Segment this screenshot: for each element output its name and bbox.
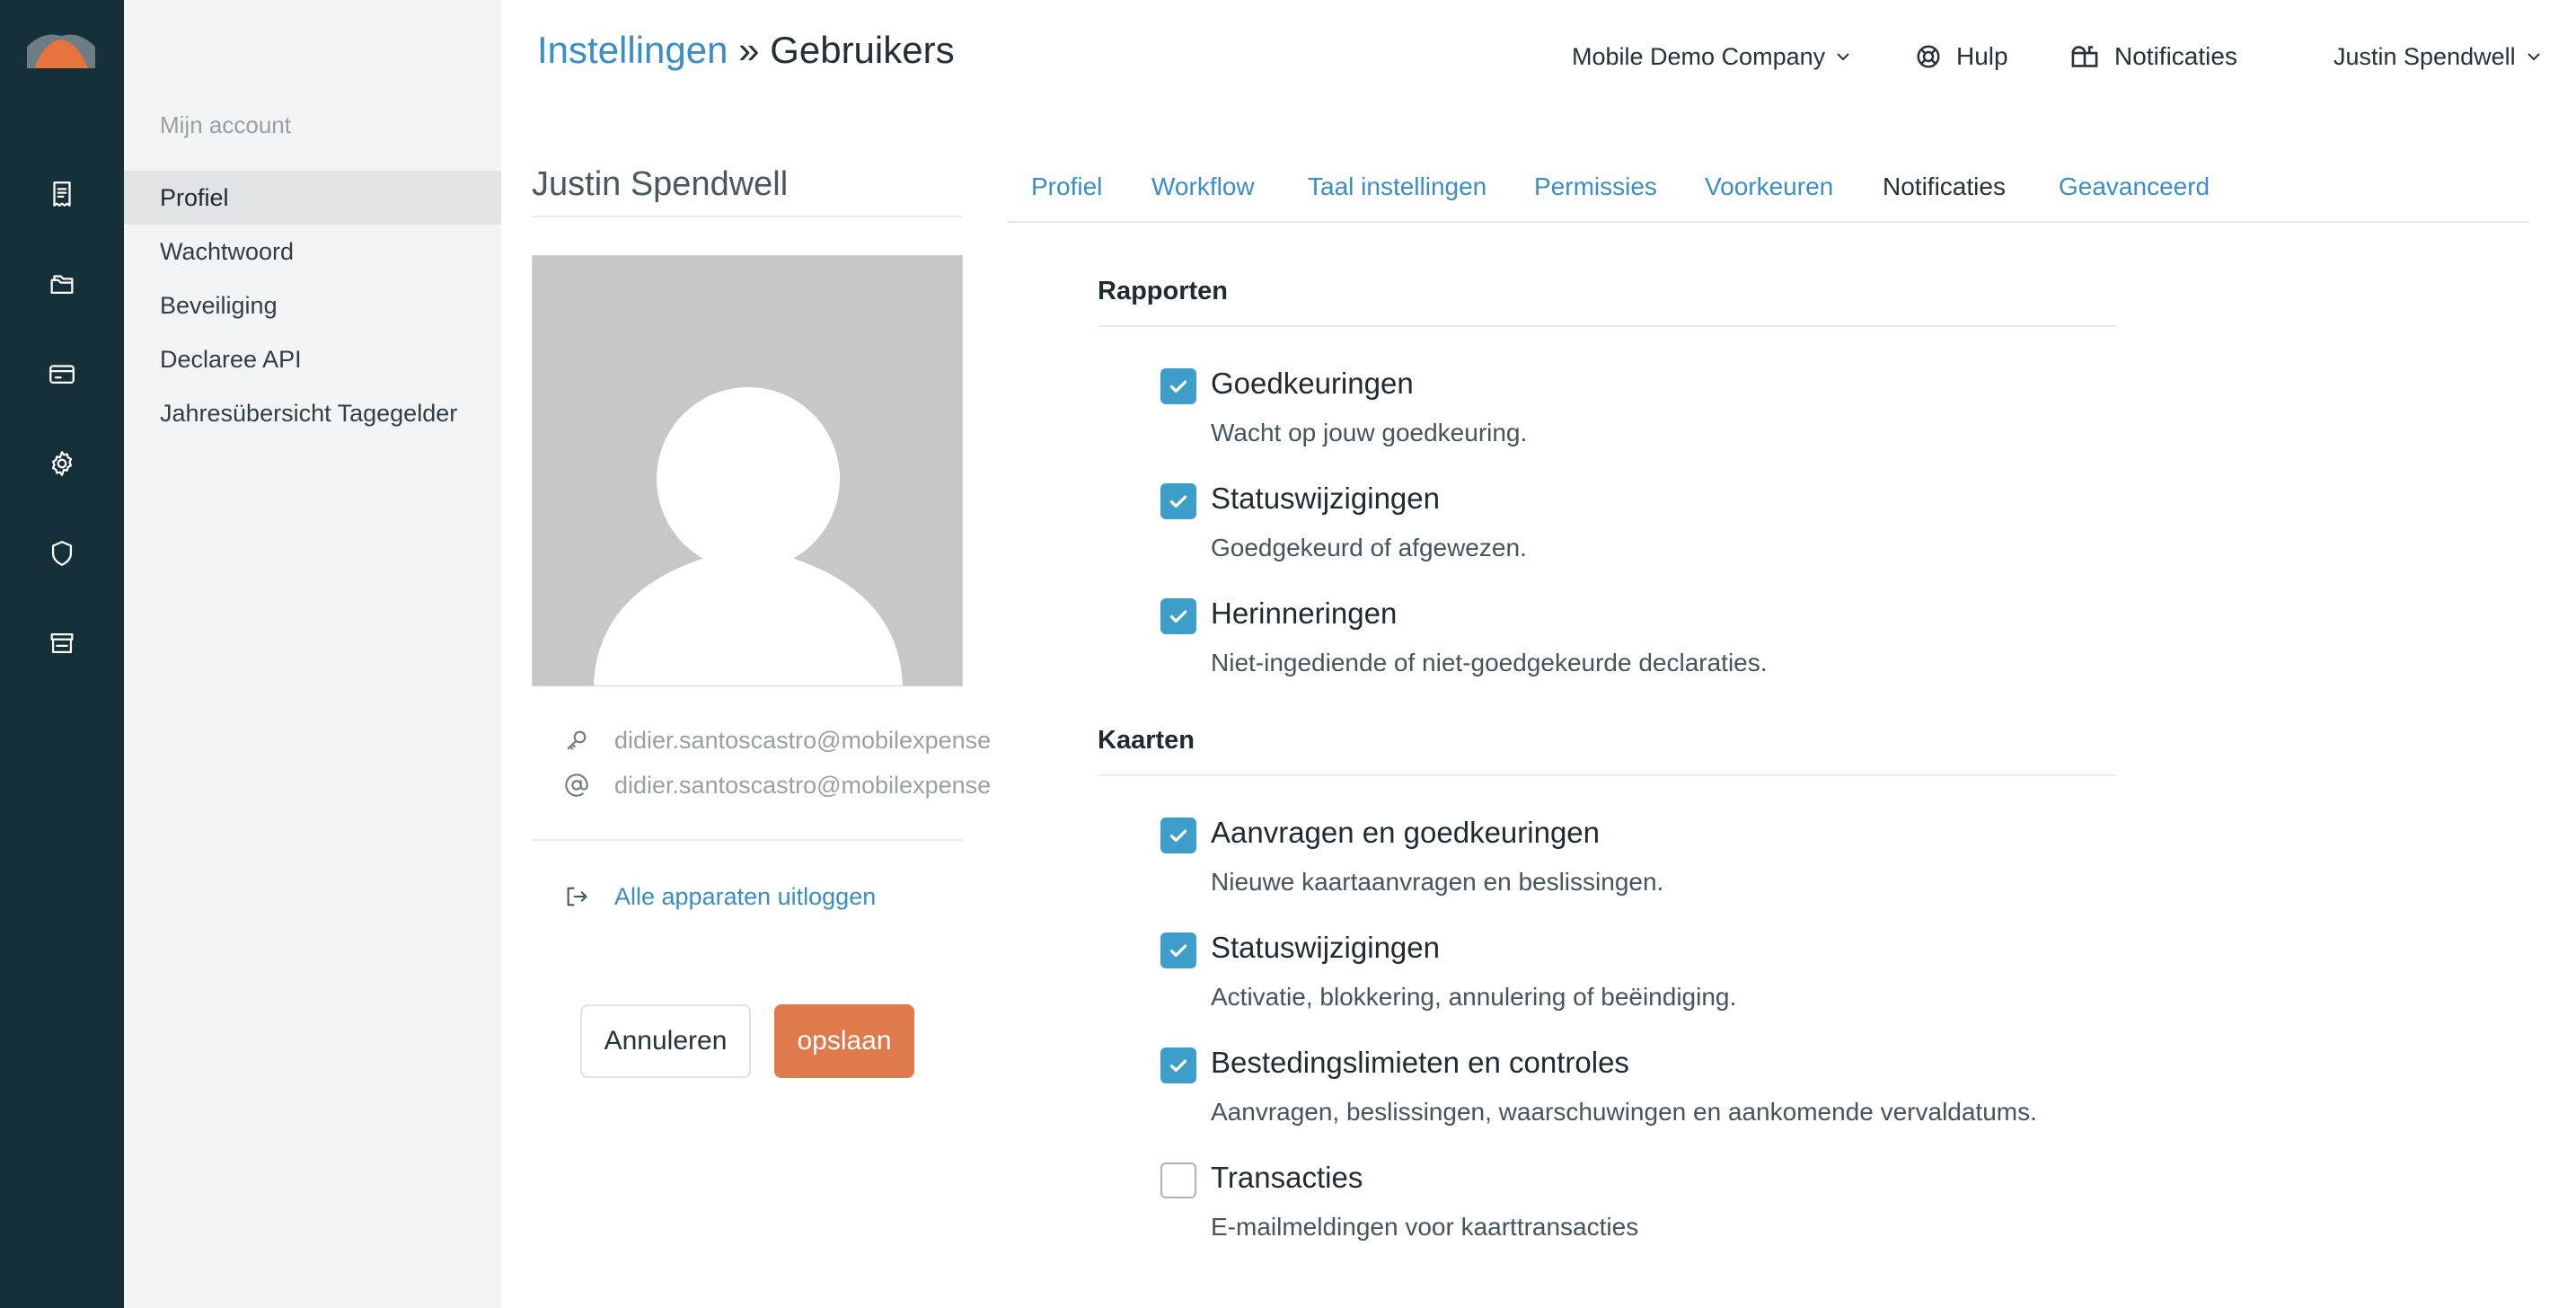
login-value: didier.santoscastro@mobilexpense [614, 726, 992, 754]
help-label: Hulp [1956, 42, 2008, 70]
notifications-label: Notificaties [2114, 42, 2237, 70]
option-label: Statuswijzigingen [1211, 931, 1440, 964]
option-label: Bestedingslimieten en controles [1211, 1046, 1629, 1079]
sidebar-item-beveiliging[interactable]: Beveiliging [124, 278, 501, 332]
tab-permissies[interactable]: Permissies [1534, 160, 1657, 214]
at-sign-icon [565, 773, 588, 797]
key-icon [567, 730, 587, 750]
tab-geavanceerd[interactable]: Geavanceerd [2059, 160, 2210, 214]
option-description: Goedgekeurd of afgewezen. [1211, 534, 1527, 561]
receipt-icon[interactable] [44, 176, 80, 212]
user-menu[interactable]: Justin Spendwell [2333, 34, 2557, 79]
statuswijzigingen-kaarten-checkbox[interactable] [1160, 932, 1196, 968]
sidebar-item-jahresuebersicht[interactable]: Jahresübersicht Tagegelder [124, 386, 501, 440]
logout-icon [567, 887, 587, 906]
section-title-kaarten: Kaarten [1098, 726, 1195, 755]
email-value: didier.santoscastro@mobilexpense [614, 771, 992, 799]
check-icon [1169, 380, 1187, 393]
transacties-checkbox[interactable] [1160, 1162, 1196, 1198]
account-sidebar: Mijn account Profiel Wachtwoord Beveilig… [124, 0, 501, 1308]
store-icon[interactable] [44, 625, 80, 661]
aanvragen-en-goedkeuringen-checkbox[interactable] [1160, 818, 1196, 853]
tab-profiel[interactable]: Profiel [1031, 160, 1102, 214]
folders-icon[interactable] [44, 266, 80, 302]
lifebuoy-icon [1917, 45, 1940, 68]
settings-tabs: Profiel Workflow Taal instellingen Permi… [1008, 160, 2529, 223]
divider [532, 839, 963, 841]
tab-voorkeuren[interactable]: Voorkeuren [1705, 160, 1833, 214]
check-icon [1169, 1059, 1187, 1073]
divider [1098, 774, 2116, 776]
avatar[interactable] [532, 255, 963, 686]
app-rail [0, 0, 124, 1308]
cancel-button[interactable]: Annuleren [580, 1004, 751, 1078]
tab-notificaties[interactable]: Notificaties [1883, 160, 2006, 214]
option-label: Transacties [1211, 1161, 1363, 1194]
option-description: Nieuwe kaartaanvragen en beslissingen. [1211, 868, 1664, 896]
tab-taal-instellingen[interactable]: Taal instellingen [1308, 160, 1486, 214]
check-icon [1169, 944, 1187, 958]
logout-all-label: Alle apparaten uitloggen [614, 882, 877, 910]
company-selector[interactable]: Mobile Demo Company [1572, 34, 1866, 79]
bestedingslimieten-checkbox[interactable] [1160, 1047, 1196, 1083]
sidebar-item-declaree-api[interactable]: Declaree API [124, 332, 501, 386]
login-row: didier.santoscastro@mobilexpense [564, 722, 991, 758]
option-description: E-mailmeldingen voor kaarttransacties [1211, 1213, 1639, 1241]
user-name: Justin Spendwell [2333, 42, 2516, 70]
sidebar-item-wachtwoord[interactable]: Wachtwoord [124, 225, 501, 278]
gear-icon[interactable] [44, 446, 80, 482]
option-label: Statuswijzigingen [1211, 482, 1440, 515]
shield-icon[interactable] [44, 535, 80, 571]
company-name: Mobile Demo Company [1572, 42, 1826, 70]
app-logo[interactable] [25, 27, 97, 72]
profile-name: Justin Spendwell [532, 165, 789, 203]
logout-all-devices-link[interactable]: Alle apparaten uitloggen [564, 879, 876, 915]
statuswijzigingen-rapporten-checkbox[interactable] [1160, 483, 1196, 519]
option-description: Aanvragen, beslissingen, waarschuwingen … [1211, 1098, 2037, 1126]
save-button[interactable]: opslaan [774, 1004, 914, 1078]
check-icon [1169, 829, 1187, 843]
divider [1098, 325, 2116, 327]
divider [532, 216, 963, 217]
goedkeuringen-checkbox[interactable] [1160, 368, 1196, 404]
tab-workflow[interactable]: Workflow [1151, 160, 1255, 214]
option-label: Goedkeuringen [1211, 367, 1414, 400]
option-description: Niet-ingediende of niet-goedgekeurde dec… [1211, 649, 1768, 676]
section-title-rapporten: Rapporten [1098, 277, 1228, 305]
email-row: didier.santoscastro@mobilexpense [564, 767, 991, 803]
herinneringen-checkbox[interactable] [1160, 598, 1196, 634]
breadcrumb-current: Gebruikers [770, 29, 955, 71]
help-button[interactable]: Hulp [1915, 34, 2008, 79]
sidebar-heading: Mijn account [160, 111, 291, 138]
breadcrumb-separator: » [738, 29, 760, 71]
option-label: Aanvragen en goedkeuringen [1211, 816, 1601, 849]
option-label: Herinneringen [1211, 597, 1398, 630]
breadcrumb: Instellingen » Gebruikers [537, 29, 955, 72]
option-description: Wacht op jouw goedkeuring. [1211, 419, 1528, 446]
mailbox-icon [2071, 46, 2098, 67]
chevron-down-icon [2527, 53, 2540, 61]
credit-card-icon[interactable] [44, 356, 80, 392]
notifications-button[interactable]: Notificaties [2069, 34, 2237, 79]
sidebar-item-profiel[interactable]: Profiel [124, 171, 501, 225]
check-icon [1169, 495, 1187, 508]
option-description: Activatie, blokkering, annulering of beë… [1211, 983, 1737, 1011]
breadcrumb-link-instellingen[interactable]: Instellingen [537, 29, 728, 71]
check-icon [1169, 610, 1187, 623]
chevron-down-icon [1837, 53, 1849, 61]
